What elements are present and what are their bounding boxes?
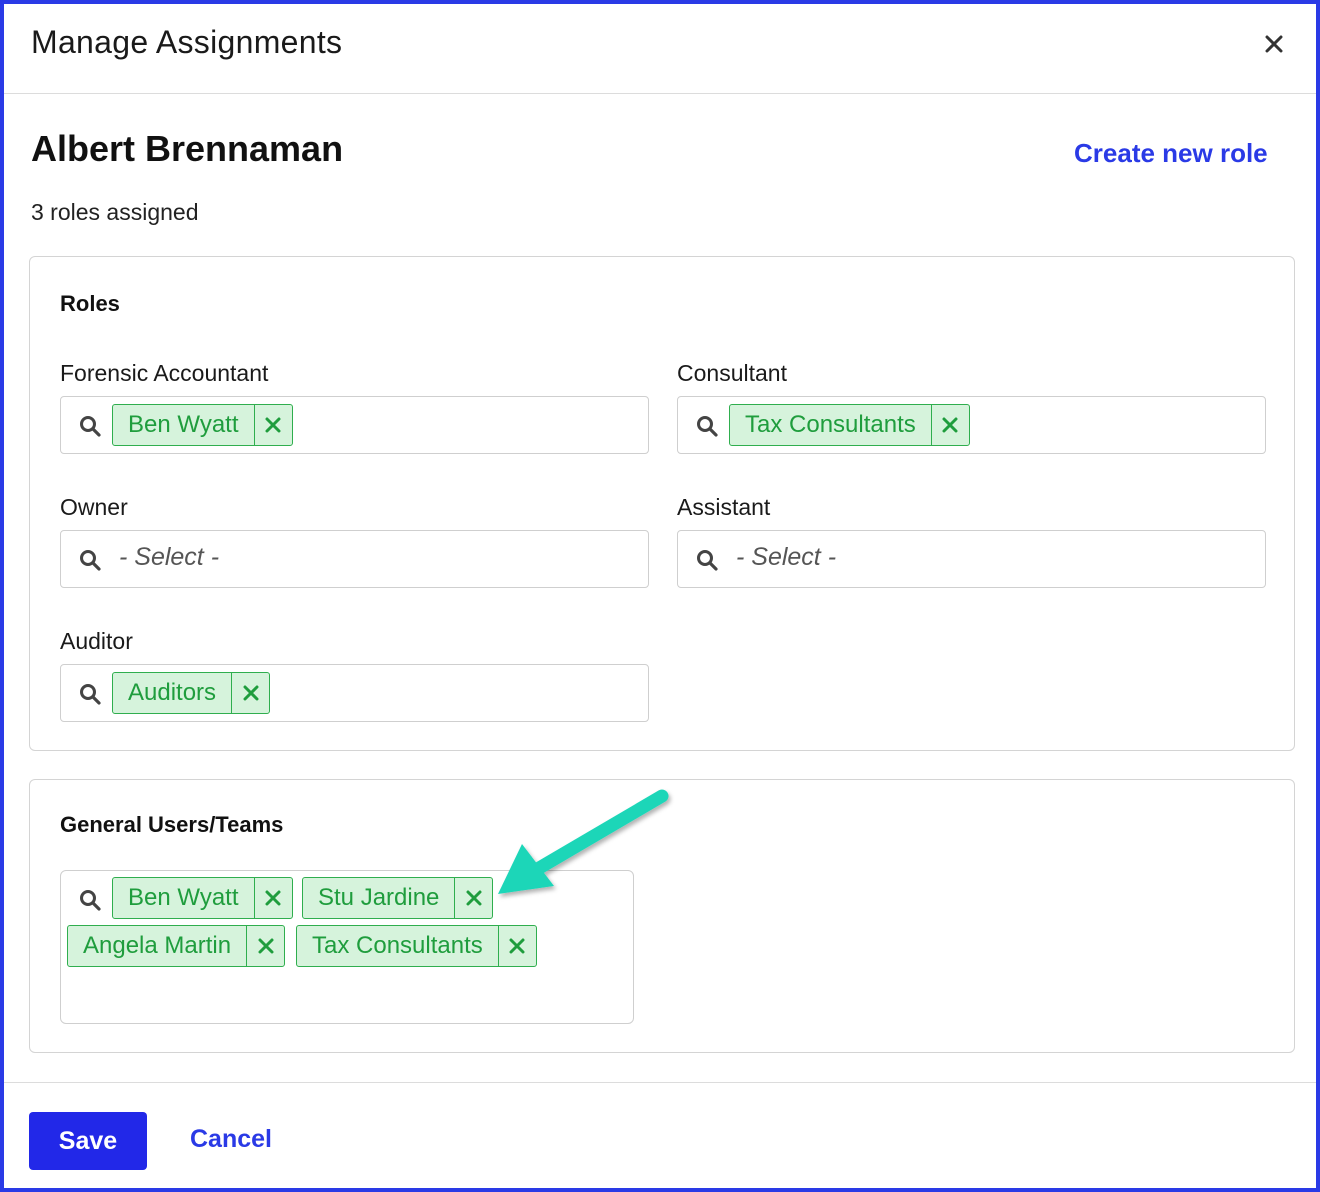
consultant-field[interactable]: Tax Consultants [677,396,1266,454]
remove-icon [942,417,958,433]
consultant-label: Consultant [677,360,787,386]
annotation-arrow-icon [498,789,669,894]
remove-icon [265,890,281,906]
save-button[interactable]: Save [29,1112,147,1170]
remove-chip-button[interactable] [497,926,536,966]
search-icon [80,684,101,705]
owner-label: Owner [60,494,128,520]
chip-label: Ben Wyatt [128,884,239,911]
dialog-title: Manage Assignments [31,24,343,60]
roles-panel: Roles Forensic Accountant Ben Wyatt Cons… [29,256,1295,751]
search-icon [80,550,101,571]
cancel-button[interactable]: Cancel [190,1125,272,1154]
roles-assigned-count: 3 roles assigned [31,199,199,225]
remove-icon [265,417,281,433]
auditor-label: Auditor [60,628,133,654]
assignee-chip: Stu Jardine [302,877,494,919]
person-name: Albert Brennaman [31,128,344,169]
chip-label: Angela Martin [83,932,232,959]
owner-placeholder: - Select - [119,543,220,571]
chip-label: Stu Jardine [318,884,440,911]
search-icon [80,890,101,911]
assistant-placeholder: - Select - [736,543,837,571]
chip-label: Auditors [128,679,217,706]
assignee-chip: Tax Consultants [296,925,537,967]
search-icon [80,416,101,437]
remove-icon [466,890,482,906]
forensic-accountant-field[interactable]: Ben Wyatt [60,396,649,454]
auditor-field[interactable]: Auditors [60,664,649,722]
close-button[interactable] [1256,26,1292,62]
dialog-header: Manage Assignments [4,4,1316,94]
remove-icon [509,938,525,954]
assignee-chip: Angela Martin [67,925,286,967]
assignee-chip: Tax Consultants [729,404,970,446]
remove-chip-button[interactable] [930,405,969,445]
owner-field[interactable]: - Select - [60,530,649,588]
footer-divider [4,1082,1316,1083]
remove-icon [258,938,274,954]
remove-chip-button[interactable] [253,878,292,918]
remove-chip-button[interactable] [253,405,292,445]
chip-label: Tax Consultants [312,932,483,959]
create-new-role-link[interactable]: Create new role [1074,138,1268,169]
assignee-chip: Ben Wyatt [112,404,293,446]
search-icon [697,550,718,571]
forensic-accountant-label: Forensic Accountant [60,360,269,386]
assignee-chip: Auditors [112,672,271,714]
assistant-field[interactable]: - Select - [677,530,1266,588]
roles-panel-title: Roles [60,291,120,316]
search-icon [697,416,718,437]
chip-label: Tax Consultants [745,411,916,438]
remove-icon [243,685,259,701]
remove-chip-button[interactable] [231,673,269,713]
assignee-chip: Ben Wyatt [112,877,293,919]
assistant-label: Assistant [677,494,771,520]
close-icon [1265,35,1283,53]
general-users-title: General Users/Teams [60,812,284,837]
dialog-frame: Manage Assignments Albert Brennaman Crea… [0,0,1320,1192]
chip-label: Ben Wyatt [128,411,239,438]
remove-chip-button[interactable] [246,926,284,966]
